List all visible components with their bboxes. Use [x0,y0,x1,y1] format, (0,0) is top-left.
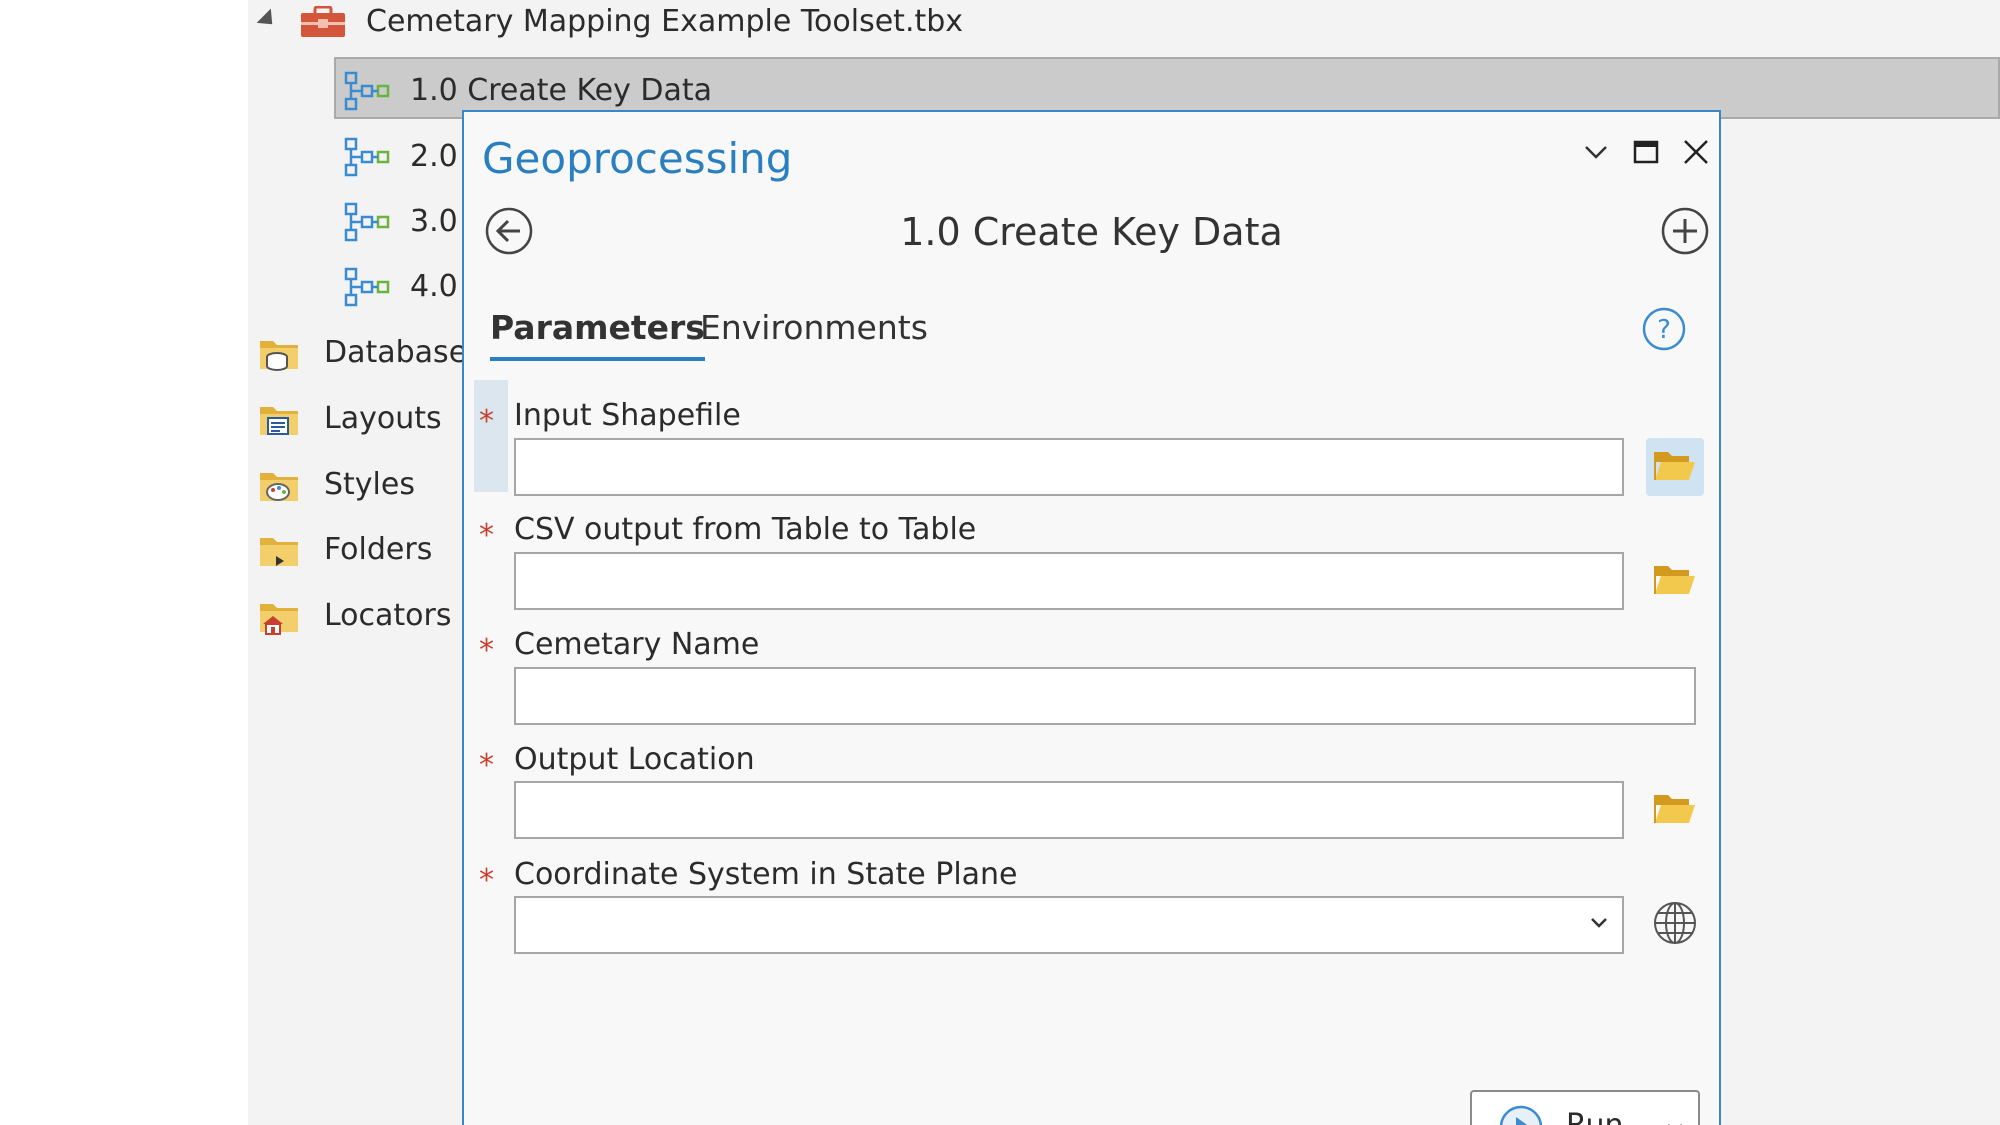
folder-open-icon [1653,448,1697,486]
param-label-input-shapefile: Input Shapefile [514,398,741,433]
browse-input-shapefile-button[interactable] [1646,438,1704,496]
pane-options-button[interactable] [1576,134,1616,174]
tool-item-4[interactable]: 4.0 [344,267,458,307]
style-folder-icon [258,465,300,505]
model-tool-icon [344,267,390,307]
folder-open-icon [1653,562,1697,600]
model-tool-icon [344,71,390,111]
svg-text:?: ? [1657,315,1671,345]
catalog-item-folders[interactable]: Folders [258,530,432,570]
output-location-field[interactable] [514,781,1624,839]
geoprocessing-pane: Geoprocessing 1.0 Create Key Data Parame… [462,110,1721,1125]
required-marker: * [479,633,494,668]
required-marker: * [479,518,494,553]
toolbox-item[interactable]: Cemetary Mapping Example Toolset.tbx [300,4,964,39]
chevron-down-icon [1590,914,1608,933]
close-icon [1682,138,1710,170]
maximize-button[interactable] [1626,134,1666,174]
tool-item-2[interactable]: 2.0 [344,137,458,177]
coordinate-system-dropdown[interactable] [514,896,1624,954]
tool-label: 1.0 Create Key Data [410,73,713,108]
tool-label: 3.0 [410,204,458,239]
help-icon: ? [1641,307,1687,356]
tool-label: 2.0 [410,139,458,174]
tab-environments[interactable]: Environments [700,308,928,347]
chevron-down-icon [1584,144,1608,164]
cemetary-name-field[interactable] [514,667,1696,725]
model-tool-icon [344,202,390,242]
required-marker: * [479,863,494,898]
param-label-cemetary-name: Cemetary Name [514,627,760,662]
database-folder-icon [258,333,300,373]
close-button[interactable] [1676,134,1716,174]
run-button[interactable]: Run [1470,1090,1700,1125]
chevron-down-icon[interactable] [1666,1120,1684,1125]
tab-parameters[interactable]: Parameters [490,308,705,361]
tool-item-3[interactable]: 3.0 [344,202,458,242]
catalog-item-label: Layouts [324,401,442,436]
tool-item-1[interactable]: 1.0 Create Key Data [344,71,712,111]
catalog-item-styles[interactable]: Styles [258,465,415,505]
catalog-item-label: Locators [324,598,452,633]
plus-circle-icon [1660,206,1710,260]
param-label-csv-output: CSV output from Table to Table [514,512,977,547]
catalog-item-locators[interactable]: Locators [258,596,452,636]
csv-output-field[interactable] [514,552,1624,610]
param-label-coordinate-system: Coordinate System in State Plane [514,857,1018,892]
catalog-item-databases[interactable]: Databases [258,333,483,373]
catalog-item-layouts[interactable]: Layouts [258,399,442,439]
globe-icon [1652,900,1698,950]
play-icon [1498,1104,1544,1125]
add-button[interactable] [1660,206,1710,260]
required-marker: * [479,404,494,439]
param-label-output-location: Output Location [514,742,755,777]
locator-folder-icon [258,596,300,636]
catalog-item-label: Databases [324,335,483,370]
pane-title: Geoprocessing [482,134,793,183]
tool-title: 1.0 Create Key Data [900,210,1283,254]
tool-label: 4.0 [410,269,458,304]
input-shapefile-field[interactable] [514,438,1624,496]
toolbox-label: Cemetary Mapping Example Toolset.tbx [366,4,964,39]
toolbox-icon [300,5,346,38]
app-root: Cemetary Mapping Example Toolset.tbx 1.0… [0,0,2000,1125]
folder-connection-icon [258,530,300,570]
run-label: Run [1566,1108,1624,1125]
folder-open-icon [1653,791,1697,829]
browse-csv-output-button[interactable] [1646,552,1704,610]
help-button[interactable]: ? [1641,306,1687,352]
model-tool-icon [344,137,390,177]
coordinate-system-picker-button[interactable] [1646,896,1704,954]
required-marker: * [479,748,494,783]
layout-folder-icon [258,399,300,439]
catalog-item-label: Folders [324,532,433,567]
maximize-icon [1633,140,1659,168]
catalog-item-label: Styles [324,467,415,502]
browse-output-location-button[interactable] [1646,781,1704,839]
